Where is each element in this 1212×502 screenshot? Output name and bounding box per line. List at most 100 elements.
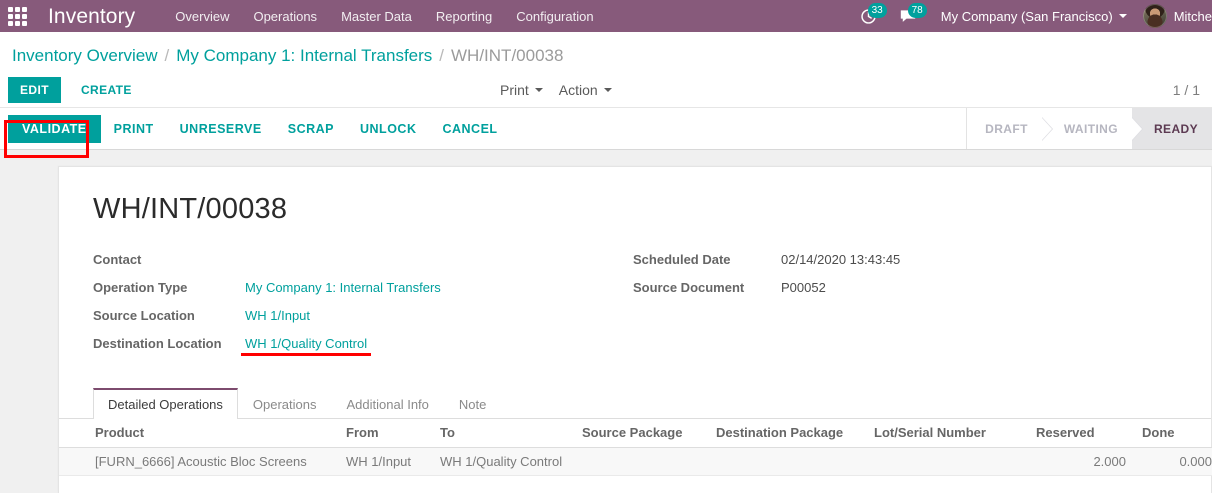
table-body: [FURN_6666] Acoustic Bloc Screens WH 1/I… — [59, 447, 1212, 476]
cell-destination-package[interactable] — [708, 447, 866, 476]
operations-table-wrapper: Product From To Source Package Destinati… — [59, 419, 1212, 476]
control-panel: EDIT CREATE Print Action 1 / 1 — [0, 73, 1212, 107]
operations-table: Product From To Source Package Destinati… — [59, 419, 1212, 476]
table-header-row: Product From To Source Package Destinati… — [59, 419, 1212, 448]
menu-item-operations[interactable]: Operations — [241, 2, 329, 31]
chevron-down-icon — [603, 88, 612, 92]
field-scheduled-date-label: Scheduled Date — [633, 252, 731, 267]
field-source-location: Source Location WH 1/Input — [93, 308, 633, 326]
main-menu: Overview Operations Master Data Reportin… — [163, 2, 605, 31]
action-label: Action — [558, 82, 598, 98]
print-label: Print — [500, 82, 529, 98]
stage-waiting-label: WAITING — [1063, 121, 1118, 136]
stage-waiting[interactable]: WAITING — [1041, 108, 1144, 149]
form-fields: Contact Operation Type My Company 1: Int… — [93, 252, 1183, 364]
action-dropdown[interactable]: Action — [559, 82, 612, 98]
field-source-document-value[interactable]: P00052 — [781, 280, 826, 295]
menu-item-overview[interactable]: Overview — [163, 2, 241, 31]
column-header-from[interactable]: From — [338, 419, 432, 448]
stage-draft-label: DRAFT — [985, 121, 1028, 136]
breadcrumb-separator: / — [439, 46, 445, 65]
statusbar-buttons: VALIDATE PRINT UNRESERVE SCRAP UNLOCK CA… — [8, 114, 511, 143]
table-row[interactable]: [FURN_6666] Acoustic Bloc Screens WH 1/I… — [59, 447, 1212, 476]
field-source-location-value[interactable]: WH 1/Input — [245, 308, 310, 323]
unreserve-button[interactable]: UNRESERVE — [167, 115, 275, 143]
form-page-background: WH/INT/00038 Contact Operation Type My C… — [0, 150, 1212, 493]
chevron-down-icon — [1118, 14, 1127, 18]
field-destination-location: Destination Location WH 1/Quality Contro… — [93, 336, 633, 356]
avatar — [1142, 4, 1167, 28]
activity-menu-button[interactable]: 33 — [852, 0, 891, 32]
stage-ready[interactable]: READY — [1131, 108, 1212, 149]
field-source-location-label: Source Location — [93, 308, 195, 323]
notebook-tabs: Detailed Operations Operations Additiona… — [59, 388, 1211, 419]
cell-to[interactable]: WH 1/Quality Control — [432, 447, 574, 476]
breadcrumb-item-inventory-overview[interactable]: Inventory Overview — [12, 46, 158, 66]
cancel-button[interactable]: CANCEL — [429, 115, 510, 143]
notebook: Detailed Operations Operations Additiona… — [59, 388, 1212, 476]
print-dropdown[interactable]: Print — [500, 82, 543, 98]
chevron-down-icon — [534, 88, 543, 92]
field-contact-label: Contact — [93, 252, 142, 267]
company-name-label: My Company (San Francisco) — [940, 8, 1113, 24]
messages-menu-button[interactable]: 78 — [891, 0, 931, 32]
pager[interactable]: 1 / 1 — [1173, 73, 1200, 107]
stage-indicator: DRAFT WAITING READY — [966, 108, 1212, 149]
field-source-document: Source Document P00052 — [633, 280, 1073, 298]
field-operation-type-label: Operation Type — [93, 280, 188, 295]
cell-product[interactable]: [FURN_6666] Acoustic Bloc Screens — [59, 447, 338, 476]
tab-operations[interactable]: Operations — [238, 388, 332, 419]
apps-menu-button[interactable] — [0, 0, 34, 32]
field-operation-type-value[interactable]: My Company 1: Internal Transfers — [245, 280, 441, 295]
field-scheduled-date: Scheduled Date 02/14/2020 13:43:45 — [633, 252, 1073, 270]
cell-source-package[interactable] — [574, 447, 708, 476]
breadcrumb: Inventory Overview / My Company 1: Inter… — [0, 32, 1212, 73]
breadcrumb-item-current: WH/INT/00038 — [451, 46, 564, 65]
tab-additional-info[interactable]: Additional Info — [332, 388, 444, 419]
navbar-right-area: 33 78 My Company (San Francisco) Mitche — [852, 0, 1212, 32]
menu-item-reporting[interactable]: Reporting — [424, 2, 504, 31]
tab-note[interactable]: Note — [444, 388, 501, 419]
column-header-done[interactable]: Done — [1134, 419, 1212, 448]
company-switcher[interactable]: My Company (San Francisco) — [931, 9, 1137, 24]
form-column-left: Contact Operation Type My Company 1: Int… — [93, 252, 633, 364]
control-panel-dropdowns: Print Action — [500, 73, 612, 107]
field-destination-location-label: Destination Location — [93, 336, 222, 351]
unlock-button[interactable]: UNLOCK — [347, 115, 429, 143]
top-navbar: Inventory Overview Operations Master Dat… — [0, 0, 1212, 32]
app-brand-title[interactable]: Inventory — [34, 6, 151, 27]
field-source-document-label: Source Document — [633, 280, 745, 295]
breadcrumb-separator: / — [164, 46, 170, 65]
column-header-product[interactable]: Product — [59, 419, 338, 448]
column-header-source-package[interactable]: Source Package — [574, 419, 708, 448]
menu-item-master-data[interactable]: Master Data — [329, 2, 424, 31]
form-sheet: WH/INT/00038 Contact Operation Type My C… — [58, 166, 1212, 493]
column-header-lot-serial-number[interactable]: Lot/Serial Number — [866, 419, 1028, 448]
cell-done[interactable]: 0.000 — [1134, 447, 1212, 476]
messages-count-badge: 78 — [907, 3, 927, 18]
field-destination-location-value[interactable]: WH 1/Quality Control — [240, 336, 372, 356]
form-column-right: Scheduled Date 02/14/2020 13:43:45 Sourc… — [633, 252, 1073, 364]
create-button[interactable]: CREATE — [69, 77, 144, 103]
column-header-destination-package[interactable]: Destination Package — [708, 419, 866, 448]
edit-button[interactable]: EDIT — [8, 77, 61, 103]
column-header-reserved[interactable]: Reserved — [1028, 419, 1134, 448]
validate-button[interactable]: VALIDATE — [8, 114, 101, 143]
field-operation-type: Operation Type My Company 1: Internal Tr… — [93, 280, 633, 298]
column-header-to[interactable]: To — [432, 419, 574, 448]
page-title: WH/INT/00038 — [93, 193, 288, 225]
print-button[interactable]: PRINT — [101, 115, 167, 143]
user-menu[interactable]: Mitche — [1137, 4, 1212, 28]
tab-detailed-operations[interactable]: Detailed Operations — [93, 388, 238, 419]
cell-reserved[interactable]: 2.000 — [1028, 447, 1134, 476]
field-scheduled-date-value[interactable]: 02/14/2020 13:43:45 — [781, 252, 900, 267]
menu-item-configuration[interactable]: Configuration — [504, 2, 605, 31]
stage-draft[interactable]: DRAFT — [967, 108, 1053, 149]
scrap-button[interactable]: SCRAP — [275, 115, 347, 143]
activity-count-badge: 33 — [867, 3, 887, 18]
cell-lot-serial[interactable] — [866, 447, 1028, 476]
record-statusbar: VALIDATE PRINT UNRESERVE SCRAP UNLOCK CA… — [0, 107, 1212, 150]
breadcrumb-item-internal-transfers[interactable]: My Company 1: Internal Transfers — [176, 46, 432, 66]
cell-from[interactable]: WH 1/Input — [338, 447, 432, 476]
table-header: Product From To Source Package Destinati… — [59, 419, 1212, 448]
